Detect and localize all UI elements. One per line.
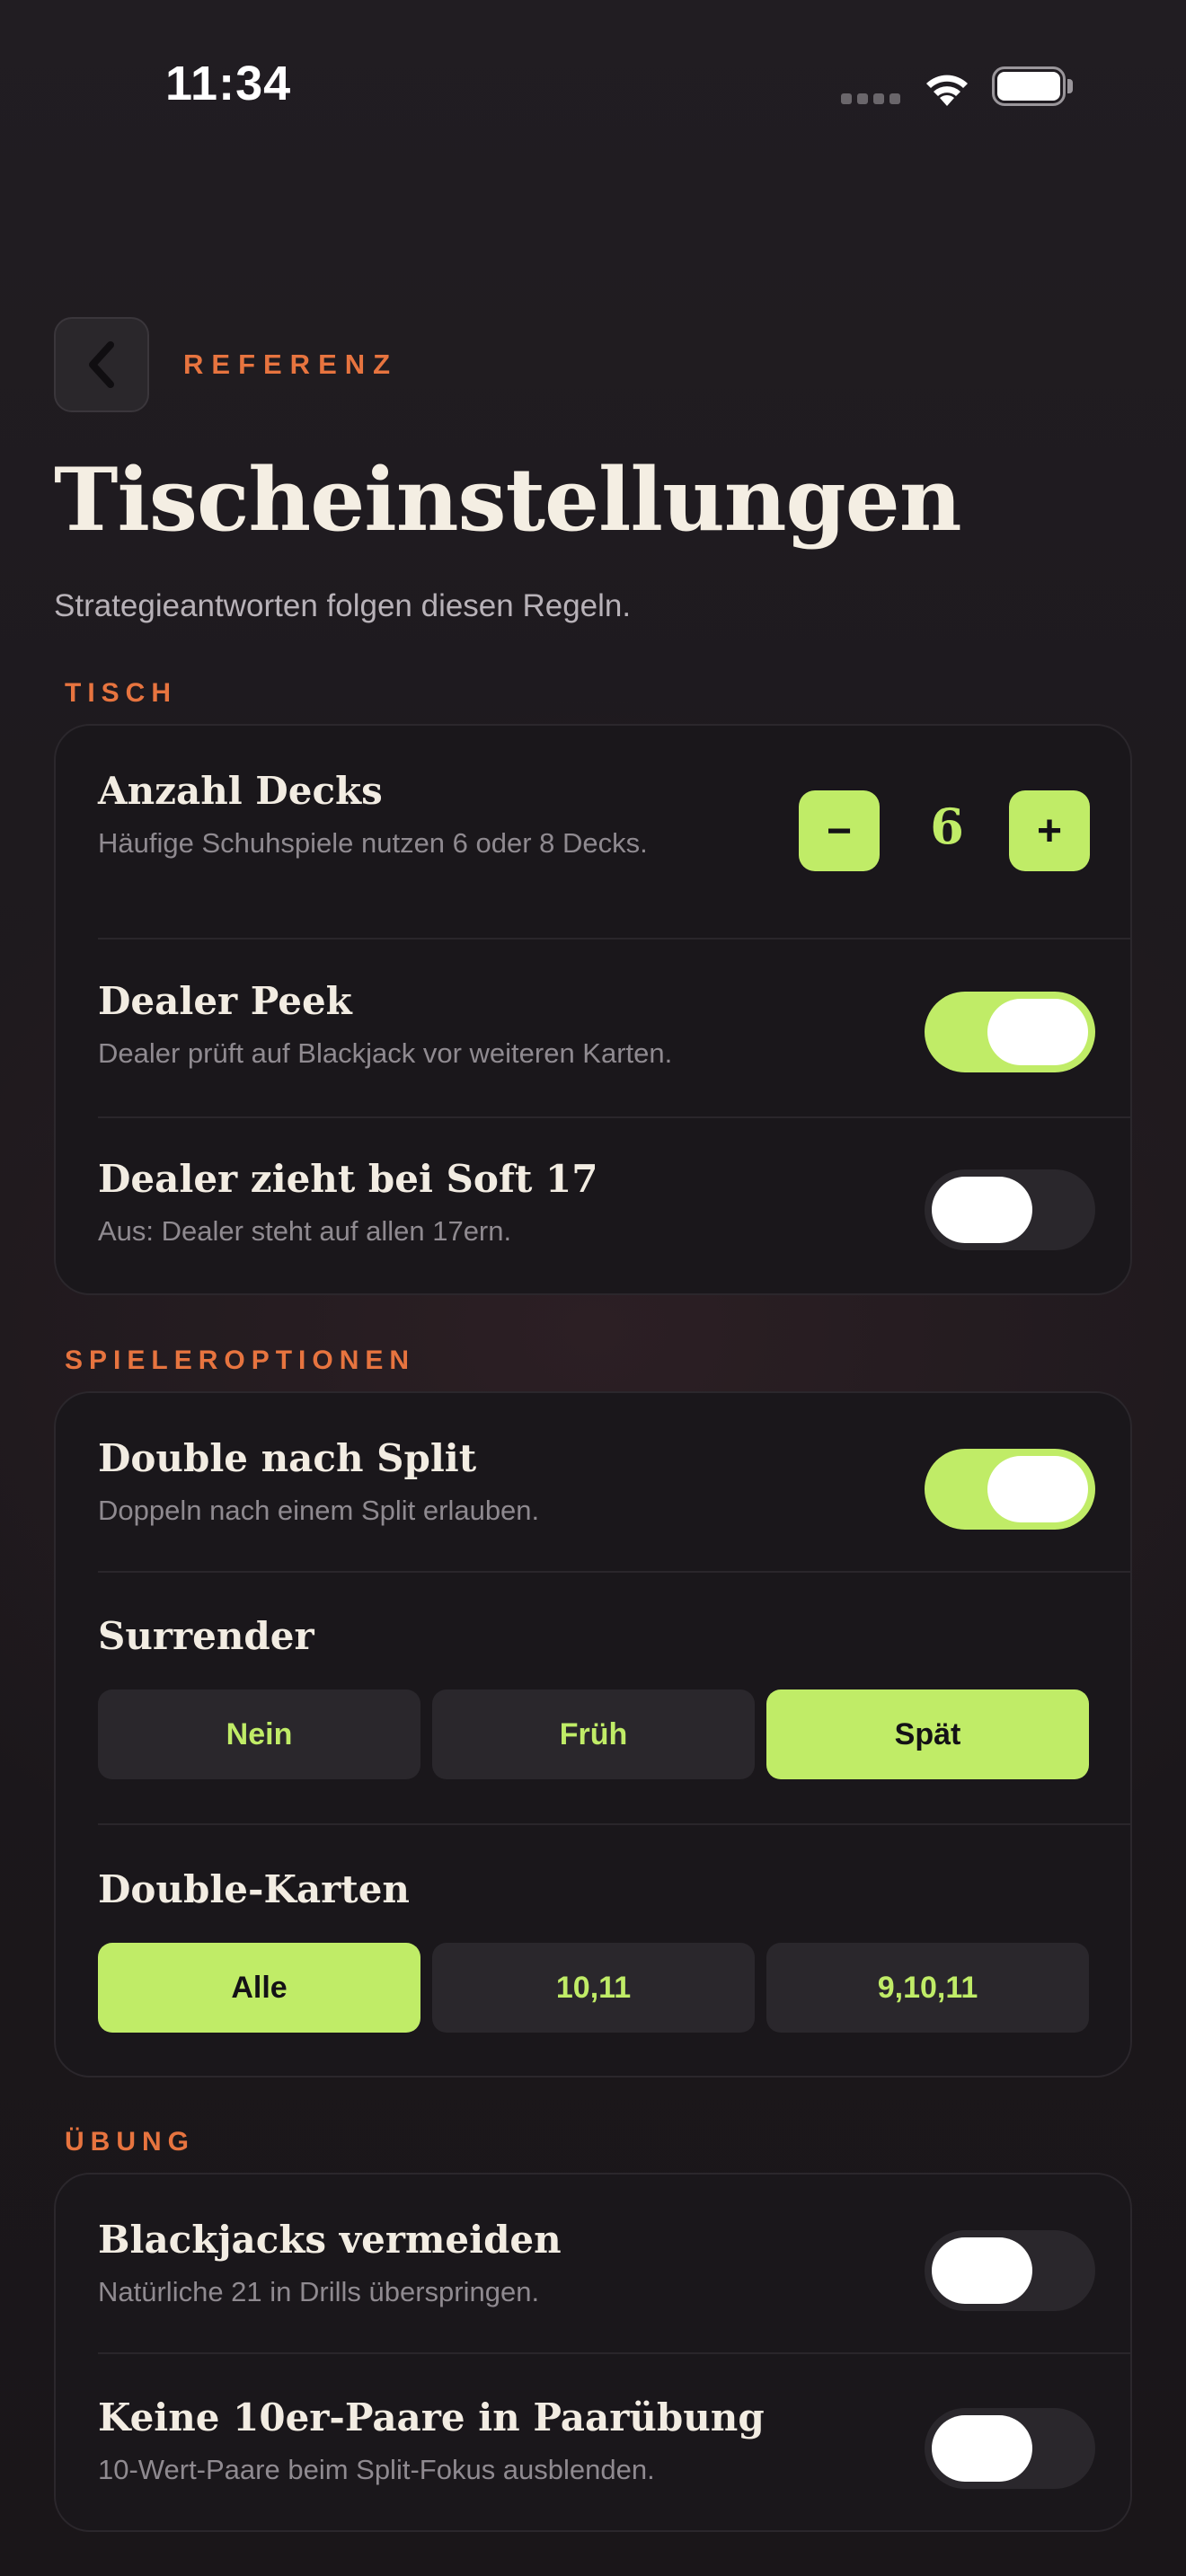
surrender-option-nein[interactable]: Nein <box>98 1689 420 1779</box>
avoid-blackjacks-description: Natürliche 21 in Drills überspringen. <box>98 2276 540 2307</box>
surrender-title: Surrender <box>98 1614 314 1658</box>
avoid-blackjacks-toggle[interactable] <box>925 2230 1095 2311</box>
surrender-option-frueh[interactable]: Früh <box>432 1689 755 1779</box>
chevron-left-icon <box>89 341 114 388</box>
double-cards-option-9-10-11[interactable]: 9,10,11 <box>766 1943 1089 2033</box>
decks-value: 6 <box>930 798 964 855</box>
divider <box>98 938 1130 940</box>
soft17-title: Dealer zieht bei Soft 17 <box>98 1157 598 1201</box>
divider <box>98 2352 1130 2354</box>
surrender-option-spaet[interactable]: Spät <box>766 1689 1089 1779</box>
card-practice: Blackjacks vermeiden Natürliche 21 in Dr… <box>54 2173 1132 2532</box>
section-label-practice: ÜBUNG <box>65 2127 195 2157</box>
no-ten-pairs-toggle[interactable] <box>925 2408 1095 2489</box>
cellular-signal-icon <box>841 0 904 117</box>
page-title: Tischeinstellungen <box>54 449 962 551</box>
das-title: Double nach Split <box>98 1436 477 1480</box>
card-table: Anzahl Decks Häufige Schuhspiele nutzen … <box>54 724 1132 1295</box>
decks-description: Häufige Schuhspiele nutzen 6 oder 8 Deck… <box>98 827 648 859</box>
status-time: 11:34 <box>165 57 292 110</box>
soft17-description: Aus: Dealer steht auf allen 17ern. <box>98 1215 512 1247</box>
toggle-knob <box>987 1456 1088 1522</box>
toggle-knob <box>987 999 1088 1065</box>
peek-description: Dealer prüft auf Blackjack vor weiteren … <box>98 1037 673 1069</box>
breadcrumb: REFERENZ <box>183 348 399 380</box>
back-button[interactable] <box>54 317 149 412</box>
divider <box>98 1571 1130 1573</box>
peek-toggle[interactable] <box>925 992 1095 1072</box>
das-toggle[interactable] <box>925 1449 1095 1530</box>
no-ten-pairs-title: Keine 10er-Paare in Paarübung <box>98 2395 765 2439</box>
das-description: Doppeln nach einem Split erlauben. <box>98 1495 540 1526</box>
no-ten-pairs-description: 10-Wert-Paare beim Split-Fokus ausblende… <box>98 2454 655 2485</box>
decks-increment-button[interactable]: + <box>1009 790 1090 871</box>
toggle-knob <box>932 1177 1032 1243</box>
section-label-table: TISCH <box>65 678 177 708</box>
peek-title: Dealer Peek <box>98 979 352 1023</box>
wifi-icon <box>926 75 968 106</box>
double-cards-title: Double-Karten <box>98 1867 410 1911</box>
toggle-knob <box>932 2237 1032 2304</box>
card-player-options: Double nach Split Doppeln nach einem Spl… <box>54 1391 1132 2078</box>
avoid-blackjacks-title: Blackjacks vermeiden <box>98 2218 562 2262</box>
soft17-toggle[interactable] <box>925 1169 1095 1250</box>
toggle-knob <box>932 2415 1032 2482</box>
double-cards-option-10-11[interactable]: 10,11 <box>432 1943 755 2033</box>
page-subtitle: Strategieantworten folgen diesen Regeln. <box>54 588 632 623</box>
battery-icon <box>992 66 1075 108</box>
decks-decrement-button[interactable]: − <box>799 790 880 871</box>
double-cards-option-alle[interactable]: Alle <box>98 1943 420 2033</box>
divider <box>98 1823 1130 1825</box>
divider <box>98 1116 1130 1118</box>
section-label-player: SPIELEROPTIONEN <box>65 1345 416 1375</box>
decks-title: Anzahl Decks <box>98 769 383 813</box>
